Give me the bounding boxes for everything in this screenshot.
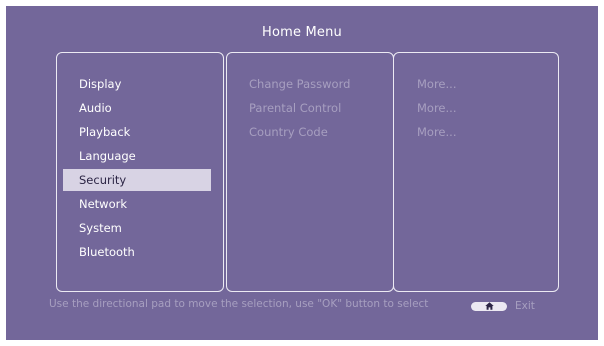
home-icon-glyph — [484, 302, 494, 310]
home-icon — [471, 301, 507, 311]
menu-item-audio[interactable]: Audio — [63, 97, 211, 119]
menu-item-system[interactable]: System — [63, 217, 211, 239]
exit-button[interactable]: Exit — [471, 298, 535, 314]
more-option-country-code[interactable]: More... — [417, 121, 456, 143]
navigation-hint: Use the directional pad to move the sele… — [49, 298, 429, 310]
tv-screen: Home Menu Display Audio Playback Languag… — [6, 6, 598, 340]
page-title: Home Menu — [261, 25, 343, 40]
submenu-item-parental-control[interactable]: Parental Control — [249, 97, 341, 119]
more-option-change-password[interactable]: More... — [417, 73, 456, 95]
submenu-item-country-code[interactable]: Country Code — [249, 121, 328, 143]
menu-item-playback[interactable]: Playback — [63, 121, 211, 143]
menu-item-display[interactable]: Display — [63, 73, 211, 95]
menu-item-security[interactable]: Security — [63, 169, 211, 191]
main-menu-panel: Display Audio Playback Language Security… — [56, 52, 224, 292]
options-panel: More... More... More... — [393, 52, 559, 292]
exit-label: Exit — [515, 300, 535, 312]
menu-item-network[interactable]: Network — [63, 193, 211, 215]
submenu-item-change-password[interactable]: Change Password — [249, 73, 350, 95]
menu-item-language[interactable]: Language — [63, 145, 211, 167]
menu-item-bluetooth[interactable]: Bluetooth — [63, 241, 211, 263]
more-option-parental-control[interactable]: More... — [417, 97, 456, 119]
submenu-panel: Change Password Parental Control Country… — [226, 52, 394, 292]
